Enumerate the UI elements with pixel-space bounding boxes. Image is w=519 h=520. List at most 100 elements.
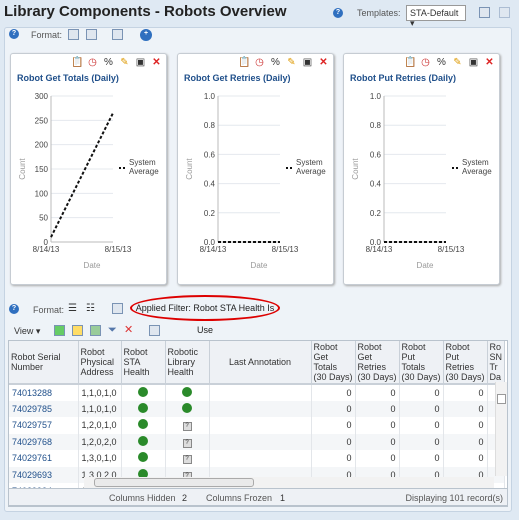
x-tick-label: 8/14/13 <box>366 245 393 254</box>
percent-icon[interactable]: % <box>103 57 114 68</box>
table-row[interactable]: 74013288 1,1,0,1,0 0000 <box>9 384 505 401</box>
legend-label: Average <box>129 167 159 176</box>
annotate-icon[interactable] <box>72 325 83 336</box>
column-header[interactable]: Robot Put Totals (30 Days) <box>399 341 444 385</box>
close-icon[interactable]: ✕ <box>484 57 495 68</box>
column-header[interactable]: Last Annotation <box>209 341 312 385</box>
percent-icon[interactable]: % <box>436 57 447 68</box>
count-cell: 0 <box>311 384 356 401</box>
robots-table: Robot Serial Number Robot Physical Addres… <box>8 340 508 507</box>
chart-panel: 📋 ◷% ✎ ▣ ✕ Robot Get Totals (Daily) 300 250 20… <box>10 53 167 285</box>
physical-address: 1,3,0,1,0 <box>78 450 122 467</box>
ok-status-icon <box>138 452 148 463</box>
help-icon[interactable]: ? <box>9 304 19 314</box>
ok-status-icon <box>138 419 148 430</box>
y-tick-label: 0.4 <box>370 180 382 189</box>
view-menu[interactable]: View ▾ <box>14 326 40 337</box>
y-tick-label: 250 <box>35 116 49 125</box>
help-icon[interactable]: ? <box>9 29 19 39</box>
serial-link[interactable]: 74029761 <box>12 453 52 463</box>
last-annotation <box>209 450 312 467</box>
detail-list-icon[interactable]: ☷ <box>86 303 95 314</box>
column-header[interactable]: Robotic Library Health <box>165 341 210 385</box>
column-header[interactable]: Robot Physical Address <box>78 341 122 385</box>
print-icon[interactable] <box>112 303 123 314</box>
clock-icon[interactable]: ◷ <box>420 57 431 68</box>
table-row[interactable]: 74029761 1,3,0,1,0 ? 0000 <box>9 450 505 467</box>
export-icon[interactable] <box>90 325 101 336</box>
templates-select[interactable]: STA-Default ▾ <box>406 5 466 28</box>
chart-plot: 1.00.80.60.40.20.08/14/13 8/15/13DateCoun… <box>185 92 326 270</box>
chart-plot: 3002502001501005008/14/13 8/15/13DateCoun… <box>18 92 159 270</box>
count-cell: 0 <box>399 400 444 417</box>
column-header[interactable]: Robot Serial Number <box>9 341 79 385</box>
detach-icon[interactable] <box>149 325 160 336</box>
clock-icon[interactable]: ◷ <box>87 57 98 68</box>
y-tick-label: 100 <box>35 189 49 198</box>
percent-icon[interactable]: % <box>270 57 281 68</box>
y-tick-label: 0.8 <box>204 121 216 130</box>
close-icon[interactable]: ✕ <box>318 57 329 68</box>
x-axis-label: Date <box>84 261 101 270</box>
table-row[interactable]: 74029785 1,1,0,1,0 0000 <box>9 400 505 417</box>
edit-icon[interactable]: ✎ <box>286 57 297 68</box>
column-header[interactable]: Ro SN Tr Da <box>487 341 505 385</box>
save-layout-icon[interactable] <box>499 7 510 18</box>
unknown-status-icon: ? <box>182 422 192 432</box>
column-header[interactable]: Robot Get Totals (30 Days) <box>311 341 356 385</box>
count-cell: 0 <box>355 384 400 401</box>
last-annotation <box>209 384 312 401</box>
run-icon[interactable] <box>54 325 65 336</box>
table-row[interactable]: 74029757 1,2,0,1,0 ? 0000 <box>9 417 505 434</box>
layout-icon[interactable] <box>479 7 490 18</box>
data-icon[interactable]: 📋 <box>238 57 250 68</box>
horizontal-scrollbar[interactable] <box>84 477 494 488</box>
close-icon[interactable]: ✕ <box>151 57 162 68</box>
count-cell: 0 <box>399 384 444 401</box>
unknown-status-icon: ? <box>182 438 192 448</box>
y-tick-label: 50 <box>39 214 48 223</box>
scroll-thumb[interactable] <box>497 394 506 404</box>
edit-icon[interactable]: ✎ <box>119 57 130 68</box>
list-format-icon[interactable] <box>86 29 97 40</box>
serial-link[interactable]: 74029693 <box>12 470 52 480</box>
y-tick-label: 150 <box>35 165 49 174</box>
maximize-icon[interactable]: ▣ <box>302 57 313 68</box>
clear-filter-icon[interactable]: ✕ <box>124 323 133 336</box>
list-icon[interactable]: ☰ <box>68 303 77 314</box>
serial-link[interactable]: 74029768 <box>12 437 52 447</box>
serial-link[interactable]: 74029757 <box>12 420 52 430</box>
vertical-scrollbar[interactable] <box>495 382 507 476</box>
column-header[interactable]: Robot Put Retries (30 Days) <box>443 341 488 385</box>
clock-icon[interactable]: ◷ <box>254 57 265 68</box>
serial-link[interactable]: 74029785 <box>12 404 52 414</box>
maximize-icon[interactable]: ▣ <box>135 57 146 68</box>
legend-label: Average <box>462 167 492 176</box>
columns-frozen-value: 1 <box>280 493 286 503</box>
count-cell: 0 <box>443 417 488 434</box>
help-icon[interactable]: ? <box>333 8 343 18</box>
serial-link[interactable]: 74013288 <box>12 388 52 398</box>
data-icon[interactable]: 📋 <box>71 57 83 68</box>
hscroll-thumb[interactable] <box>94 478 254 487</box>
count-cell: 0 <box>311 417 356 434</box>
physical-address: 1,1,0,1,0 <box>78 400 122 417</box>
y-tick-label: 0.6 <box>204 150 216 159</box>
column-header[interactable]: Robot STA Health <box>121 341 166 385</box>
maximize-icon[interactable]: ▣ <box>468 57 479 68</box>
edit-icon[interactable]: ✎ <box>452 57 463 68</box>
add-chart-icon[interactable]: + <box>140 29 152 41</box>
y-axis-label: Count <box>351 158 360 180</box>
grid-format-icon[interactable] <box>68 29 79 40</box>
print-icon[interactable] <box>112 29 123 40</box>
y-tick-label: 200 <box>35 141 49 150</box>
data-icon[interactable]: 📋 <box>404 57 416 68</box>
legend-label: Average <box>296 167 326 176</box>
view-label: View <box>14 326 34 336</box>
legend-label: System <box>129 158 156 167</box>
table-row[interactable]: 74029768 1,2,0,2,0 ? 0000 <box>9 433 505 450</box>
column-header[interactable]: Robot Get Retries (30 Days) <box>355 341 400 385</box>
filter-icon[interactable]: ⏷ <box>108 324 117 337</box>
count-cell: 0 <box>355 400 400 417</box>
count-cell: 0 <box>443 384 488 401</box>
